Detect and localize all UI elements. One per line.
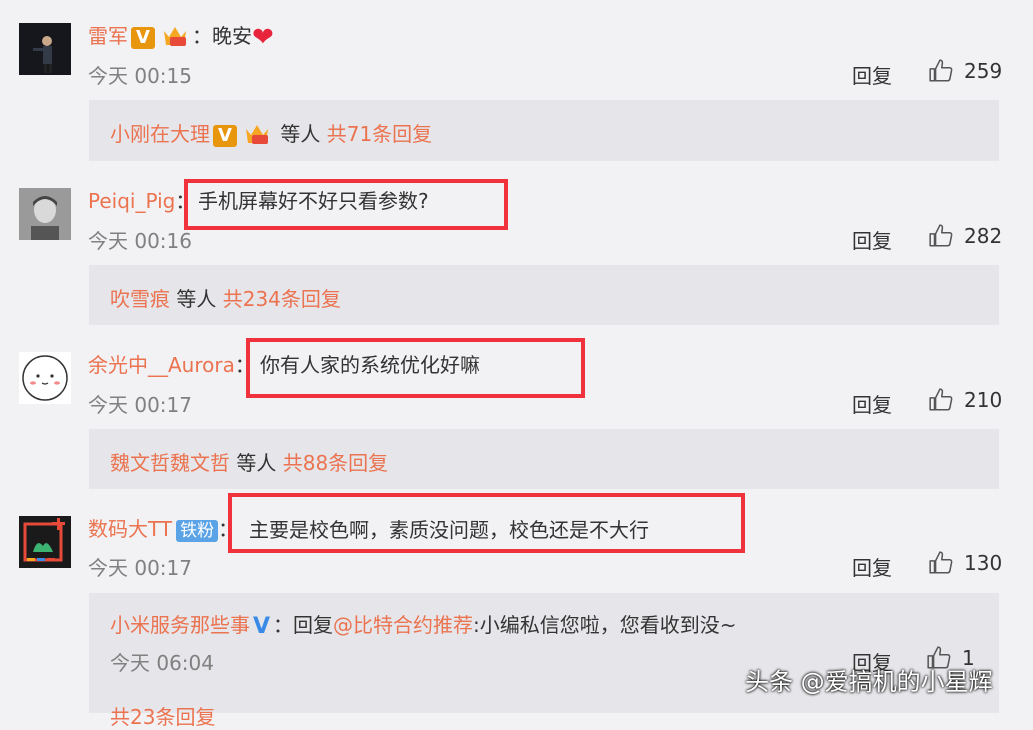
highlight-box — [184, 179, 508, 230]
highlight-box — [228, 493, 745, 553]
avatar[interactable] — [19, 23, 71, 75]
sub-reply-username[interactable]: 吹雪痕 — [110, 287, 170, 311]
comment-item: Peiqi_Pig： 手机屏幕好不好只看参数? 今天 00:16 回复 282 … — [0, 165, 1033, 329]
reply-button[interactable]: 回复 — [852, 389, 892, 418]
heart-icon: ❤ — [252, 22, 274, 53]
reply-button[interactable]: 回复 — [852, 225, 892, 254]
like-count: 210 — [964, 388, 1003, 412]
like-button[interactable]: 210 — [928, 387, 1002, 413]
thumbs-up-icon — [929, 224, 953, 247]
username-link[interactable]: 余光中__Aurora — [88, 353, 235, 377]
colon: ： — [273, 613, 294, 637]
sub-reply-suffix: 等人 — [280, 122, 321, 146]
comment-item: 雷军 V ：晚安❤ 今天 00:15 回复 259 小刚在大理 V 等人 共71条回复 — [0, 0, 1033, 165]
verified-v-icon: V — [213, 124, 237, 147]
sub-reply-count-link[interactable]: 共23条回复 — [110, 701, 215, 730]
sub-replies-summary[interactable]: 小刚在大理 V 等人 共71条回复 — [89, 100, 999, 161]
sub-replies-line: 小刚在大理 V 等人 共71条回复 — [110, 118, 432, 150]
watermark: 头条 @爱搞机的小星辉 — [745, 668, 993, 696]
comment-time: 今天 00:16 — [88, 229, 192, 253]
like-count: 282 — [964, 224, 1003, 248]
username-link[interactable]: 数码大TT — [88, 517, 172, 541]
thumbs-up-icon — [929, 551, 953, 574]
colon: ： — [192, 24, 212, 48]
sub-reply-time: 今天 06:04 — [110, 651, 214, 675]
like-button[interactable]: 130 — [928, 550, 1002, 576]
sub-reply-username[interactable]: 魏文哲魏文哲 — [110, 451, 230, 475]
sub-replies-line: 吹雪痕 等人 共234条回复 — [110, 283, 341, 312]
sub-reply-count-link[interactable]: 共71条回复 — [327, 122, 432, 146]
username-link[interactable]: Peiqi_Pig — [88, 189, 175, 213]
crown-badge-icon — [243, 121, 271, 150]
thumbs-up-icon — [929, 59, 953, 82]
avatar[interactable] — [19, 352, 71, 404]
reply-button[interactable]: 回复 — [852, 552, 892, 581]
avatar[interactable] — [19, 188, 71, 240]
like-button[interactable]: 259 — [928, 58, 1002, 84]
sub-replies-line: 魏文哲魏文哲 等人 共88条回复 — [110, 447, 388, 476]
comment-time: 今天 00:17 — [88, 556, 192, 580]
sub-reply-count-link[interactable]: 共234条回复 — [223, 287, 341, 311]
comment-time: 今天 00:15 — [88, 64, 192, 88]
sub-reply-prefix: 回复 — [293, 613, 334, 637]
fan-badge: 铁粉 — [176, 519, 219, 542]
sub-reply-suffix: 等人 — [236, 451, 277, 475]
sub-reply-count-link[interactable]: 共88条回复 — [283, 451, 388, 475]
verified-blue-v-icon: V — [253, 614, 271, 639]
highlight-box — [246, 338, 585, 398]
sub-reply-line: 小米服务那些事 V ：回复@比特合约推荐:小编私信您啦，您看收到没~ — [110, 609, 737, 639]
sub-replies-summary[interactable]: 吹雪痕 等人 共234条回复 — [89, 265, 999, 325]
sub-reply-username[interactable]: 小刚在大理 — [110, 122, 210, 146]
crown-badge-icon — [161, 23, 189, 52]
sub-replies-summary[interactable]: 魏文哲魏文哲 等人 共88条回复 — [89, 429, 999, 489]
comment-username-row: 数码大TT 铁粉： — [88, 513, 238, 542]
comment-username-row: 雷军 V ：晚安❤ — [88, 20, 274, 53]
comment-text: 晚安 — [212, 24, 252, 48]
thumbs-up-icon — [929, 388, 953, 411]
avatar[interactable] — [19, 516, 71, 568]
sub-reply-username[interactable]: 小米服务那些事 — [110, 613, 250, 637]
verified-v-icon: V — [131, 26, 155, 49]
comment-username-row: Peiqi_Pig： — [88, 185, 195, 214]
mention-link[interactable]: @比特合约推荐 — [333, 613, 473, 637]
comment-time: 今天 00:17 — [88, 393, 192, 417]
like-count: 259 — [964, 59, 1003, 83]
reply-button[interactable]: 回复 — [852, 60, 892, 89]
sub-reply-suffix: 等人 — [176, 287, 217, 311]
sub-reply-text: :小编私信您啦，您看收到没~ — [473, 613, 737, 637]
like-button[interactable]: 282 — [928, 223, 1002, 249]
like-count: 130 — [964, 551, 1003, 575]
comment-username-row: 余光中__Aurora： — [88, 349, 255, 378]
comment-item: 余光中__Aurora： 你有人家的系统优化好嘛 今天 00:17 回复 210… — [0, 329, 1033, 493]
username-link[interactable]: 雷军 — [88, 24, 128, 48]
